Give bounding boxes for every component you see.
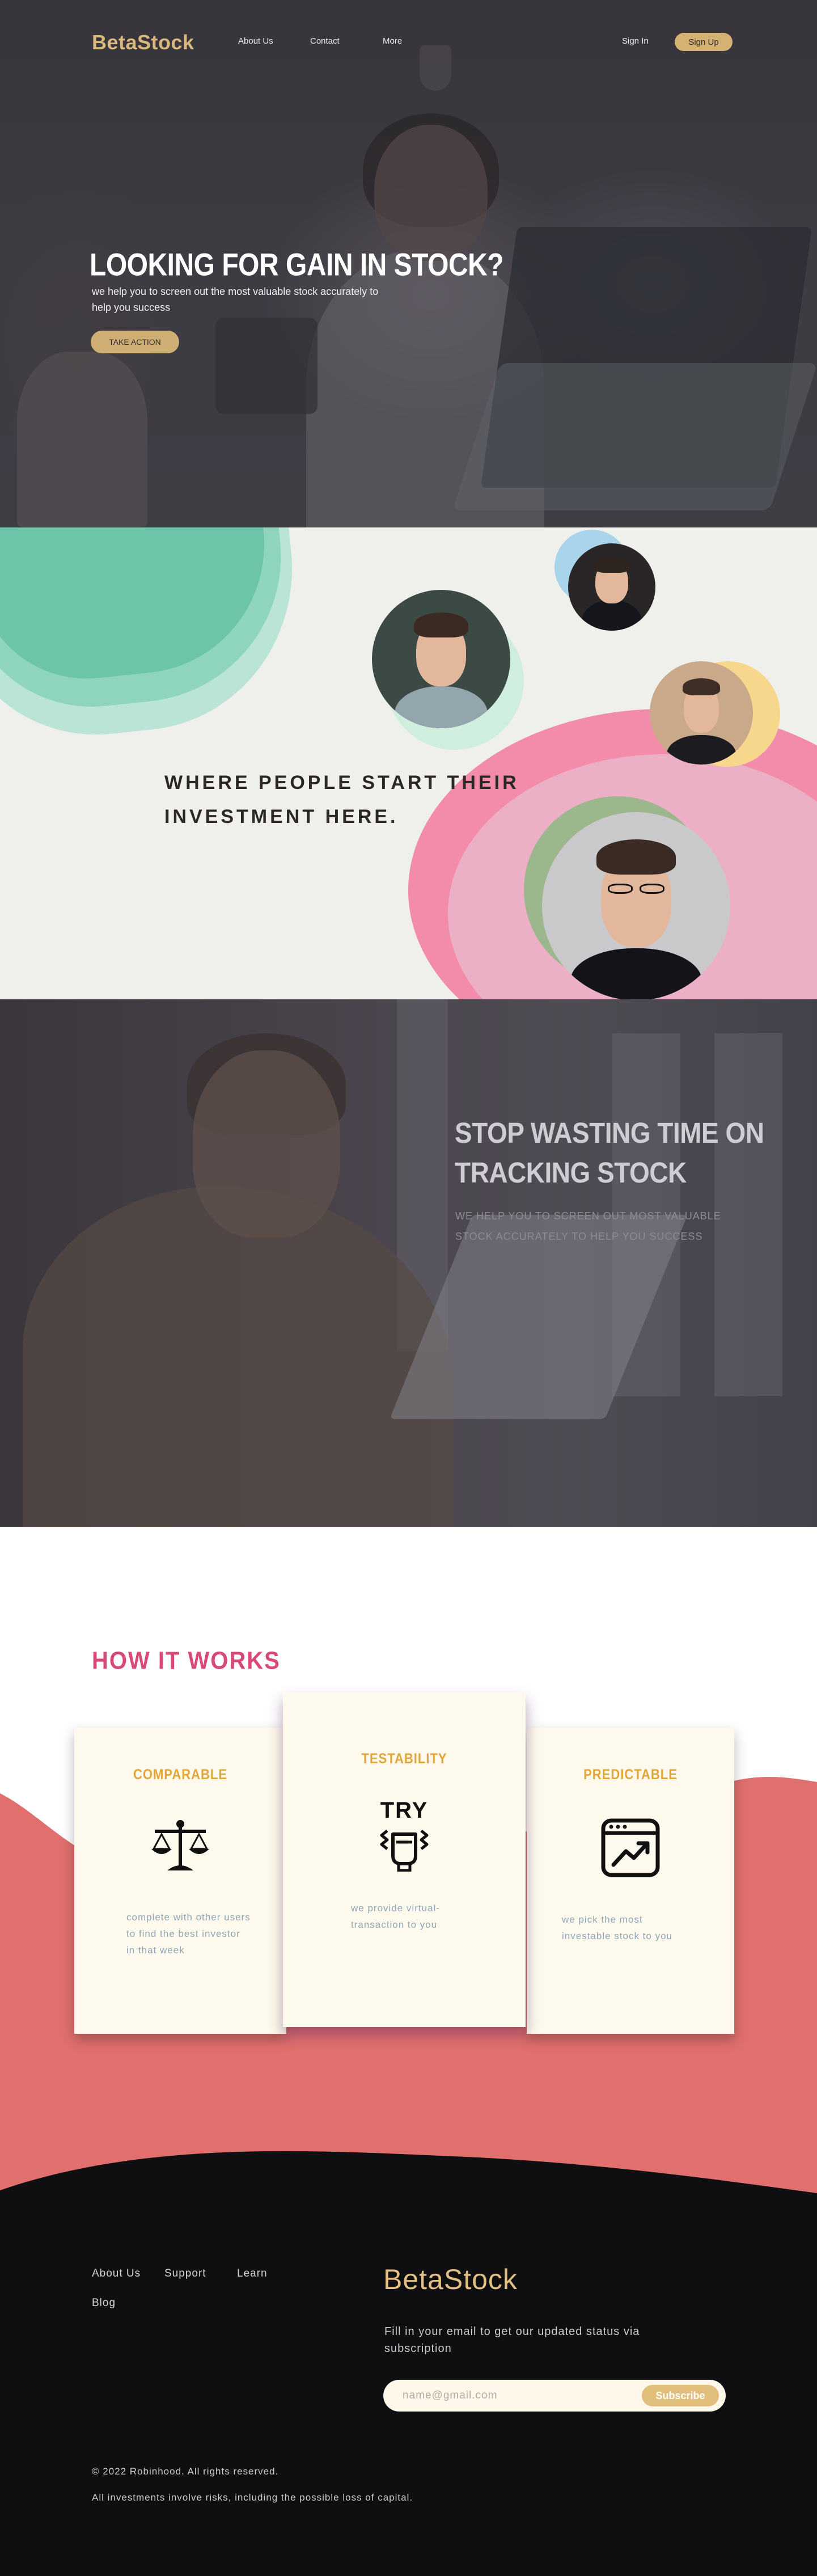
- people-heading: WHERE PEOPLE START THEIR INVESTMENT HERE…: [164, 772, 519, 827]
- avatar-investor-3: [650, 661, 753, 765]
- sign-up-button[interactable]: Sign Up: [675, 33, 733, 51]
- how-it-works-heading: HOW IT WORKS: [92, 1647, 281, 1675]
- card-testability[interactable]: TESTABILITY TRY we provide virtual-trans…: [283, 1692, 526, 2027]
- sign-in-link[interactable]: Sign In: [622, 36, 649, 46]
- stop-subtitle: WE HELP YOU TO SCREEN OUT MOST VALUABLE …: [455, 1210, 721, 1242]
- hero-subtitle: we help you to screen out the most valua…: [92, 286, 379, 313]
- nav-link-more[interactable]: More: [383, 36, 402, 46]
- scale-icon: [151, 1820, 209, 1870]
- card-title: COMPARABLE: [133, 1766, 228, 1783]
- take-action-button[interactable]: TAKE ACTION: [91, 331, 179, 353]
- avatar-investor-4: [542, 812, 730, 999]
- subscribe-form: Subscribe: [383, 2380, 726, 2412]
- card-predictable[interactable]: PREDICTABLE we pick the most investable …: [527, 1728, 734, 2034]
- card-text: we provide virtual-transaction to you: [351, 1903, 440, 1930]
- card-title: PREDICTABLE: [583, 1766, 678, 1783]
- people-section: WHERE PEOPLE START THEIR INVESTMENT HERE…: [0, 527, 817, 999]
- email-input[interactable]: [403, 2388, 618, 2404]
- copyright-text: © 2022 Robinhood. All rights reserved.: [92, 2466, 279, 2477]
- hero-title: LOOKING FOR GAIN IN STOCK?: [90, 248, 504, 283]
- footer-link-about[interactable]: About Us: [92, 2267, 141, 2280]
- footer-brand-logo[interactable]: BetaStock: [383, 2263, 518, 2296]
- nav-link-about[interactable]: About Us: [238, 36, 273, 46]
- stop-heading: STOP WASTING TIME ON TRACKING STOCK: [455, 1116, 764, 1189]
- subscribe-button[interactable]: Subscribe: [642, 2385, 719, 2406]
- nav-link-contact[interactable]: Contact: [310, 36, 340, 46]
- hero-section: BetaStock About Us Contact More Sign In …: [0, 0, 817, 527]
- try-icon: TRY: [367, 1798, 441, 1872]
- chart-window-icon: [601, 1818, 660, 1877]
- top-nav: BetaStock About Us Contact More Sign In …: [0, 0, 817, 85]
- footer-link-blog[interactable]: Blog: [92, 2297, 116, 2309]
- avatar-investor-2: [372, 590, 510, 728]
- brand-logo[interactable]: BetaStock: [92, 31, 194, 54]
- card-comparable[interactable]: COMPARABLE complete with other users to …: [74, 1728, 286, 2034]
- footer-link-support[interactable]: Support: [164, 2267, 206, 2280]
- card-text: complete with other users to find the be…: [126, 1912, 251, 1956]
- card-title: TESTABILITY: [361, 1750, 447, 1767]
- stop-wasting-section: STOP WASTING TIME ON TRACKING STOCK WE H…: [0, 999, 817, 1527]
- subscribe-description: Fill in your email to get our updated st…: [384, 2325, 640, 2355]
- risk-disclaimer: All investments involve risks, including…: [92, 2492, 413, 2503]
- footer: About Us Support Learn Blog BetaStock Fi…: [0, 2196, 817, 2576]
- footer-link-learn[interactable]: Learn: [237, 2267, 268, 2280]
- how-it-works-section: HOW IT WORKS COMPARABLE complete with ot…: [0, 1527, 817, 2196]
- card-text: we pick the most investable stock to you: [562, 1914, 672, 1941]
- stop-overlay: [0, 999, 817, 1527]
- avatar-investor-1: [568, 543, 655, 631]
- try-icon-label: TRY: [380, 1798, 429, 1823]
